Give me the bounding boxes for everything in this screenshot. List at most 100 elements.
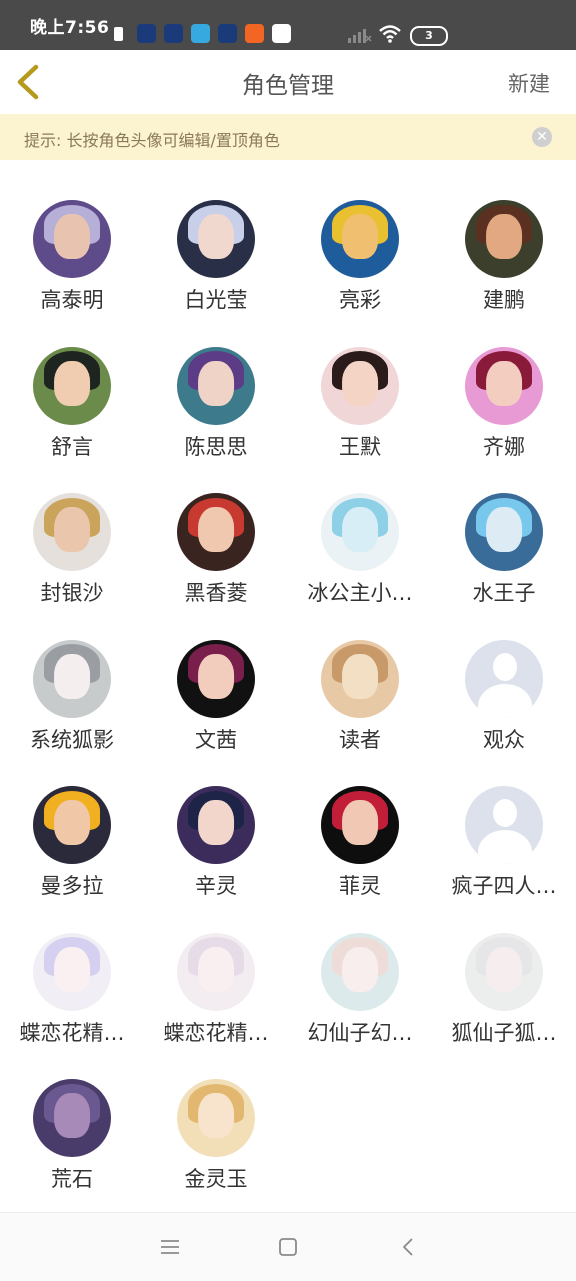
role-item[interactable]: 冰公主小… xyxy=(288,493,432,640)
avatar-face xyxy=(54,214,90,260)
role-item[interactable]: 菲灵 xyxy=(288,786,432,933)
role-name: 高泰明 xyxy=(40,288,104,312)
role-avatar[interactable] xyxy=(33,786,111,864)
role-name: 黑香菱 xyxy=(184,581,248,605)
close-icon[interactable]: ✕ xyxy=(532,127,552,147)
avatar-face xyxy=(198,214,234,260)
avatar-face xyxy=(54,653,90,699)
avatar-face xyxy=(198,946,234,992)
avatar-face xyxy=(486,214,522,260)
app-notification-icon xyxy=(164,24,183,43)
role-name: 王默 xyxy=(339,434,381,459)
role-avatar[interactable] xyxy=(177,639,255,718)
role-avatar[interactable] xyxy=(177,200,255,278)
avatar-face xyxy=(54,360,90,406)
avatar-body xyxy=(478,683,532,718)
app-notification-icon xyxy=(272,24,291,43)
role-avatar[interactable] xyxy=(177,493,255,571)
role-item[interactable]: 金灵玉 xyxy=(144,1079,288,1226)
avatar-face xyxy=(342,507,378,553)
role-item[interactable]: 封银沙 xyxy=(0,493,144,640)
avatar-face xyxy=(342,800,378,846)
role-name: 观众 xyxy=(483,727,525,752)
new-role-button[interactable]: 新建 xyxy=(508,68,550,98)
avatar-head xyxy=(493,799,517,827)
role-item[interactable]: 黑香菱 xyxy=(144,493,288,640)
role-item[interactable]: 蝶恋花精… xyxy=(0,932,144,1080)
role-item[interactable]: 亮彩 xyxy=(288,200,432,347)
role-avatar[interactable] xyxy=(321,493,399,571)
role-item[interactable]: 幻仙子幻… xyxy=(288,932,432,1080)
role-item[interactable]: 陈思思 xyxy=(144,346,288,494)
role-avatar[interactable] xyxy=(177,932,255,1011)
role-avatar[interactable] xyxy=(177,1079,255,1157)
role-name: 辛灵 xyxy=(195,874,237,898)
role-name: 狐仙子狐… xyxy=(451,1020,557,1045)
avatar-face xyxy=(342,946,378,992)
role-avatar[interactable] xyxy=(33,346,111,425)
role-item[interactable]: 荒石 xyxy=(0,1079,144,1226)
role-name: 蝶恋花精… xyxy=(163,1020,269,1045)
role-item[interactable]: 观众 xyxy=(432,639,576,787)
avatar-body xyxy=(478,830,532,864)
role-avatar[interactable] xyxy=(33,932,111,1011)
role-item[interactable]: 水王子 xyxy=(432,493,576,640)
role-item[interactable]: 系统狐影 xyxy=(0,639,144,787)
role-avatar[interactable] xyxy=(33,493,111,571)
role-avatar[interactable] xyxy=(465,493,543,571)
default-avatar-icon[interactable] xyxy=(465,639,543,718)
home-icon[interactable] xyxy=(276,1235,300,1259)
tip-text: 提示: 长按角色头像可编辑/置顶角色 xyxy=(24,131,280,150)
role-avatar[interactable] xyxy=(177,786,255,864)
back-icon[interactable] xyxy=(397,1235,421,1259)
role-avatar[interactable] xyxy=(321,639,399,718)
default-avatar-icon[interactable] xyxy=(465,786,543,864)
role-name: 陈思思 xyxy=(184,434,248,459)
role-avatar[interactable] xyxy=(33,1079,111,1157)
role-name: 文茜 xyxy=(195,727,237,752)
role-avatar[interactable] xyxy=(33,639,111,718)
role-avatar[interactable] xyxy=(321,346,399,425)
role-avatar[interactable] xyxy=(465,346,543,425)
status-time: 晚上7:56 xyxy=(30,18,110,38)
role-avatar[interactable] xyxy=(321,200,399,278)
avatar-face xyxy=(54,800,90,846)
notification-icons xyxy=(114,24,291,43)
menu-icon[interactable] xyxy=(158,1235,182,1259)
role-name: 建鹏 xyxy=(483,288,525,312)
role-avatar[interactable] xyxy=(321,786,399,864)
role-avatar[interactable] xyxy=(465,932,543,1011)
role-name: 曼多拉 xyxy=(40,874,104,898)
role-name: 舒言 xyxy=(51,434,93,459)
role-avatar[interactable] xyxy=(33,200,111,278)
role-item[interactable]: 白光莹 xyxy=(144,200,288,347)
role-item[interactable]: 狐仙子狐… xyxy=(432,932,576,1080)
role-item[interactable]: 舒言 xyxy=(0,346,144,494)
avatar-face xyxy=(198,360,234,406)
role-avatar[interactable] xyxy=(465,200,543,278)
role-name: 水王子 xyxy=(472,581,536,605)
role-name: 亮彩 xyxy=(339,288,381,312)
role-item[interactable]: 曼多拉 xyxy=(0,786,144,933)
role-item[interactable]: 文茜 xyxy=(144,639,288,787)
role-avatar[interactable] xyxy=(321,932,399,1011)
role-item[interactable]: 齐娜 xyxy=(432,346,576,494)
role-item[interactable]: 王默 xyxy=(288,346,432,494)
avatar-face xyxy=(198,507,234,553)
role-item[interactable]: 建鹏 xyxy=(432,200,576,347)
tip-banner: 提示: 长按角色头像可编辑/置顶角色 ✕ xyxy=(0,114,576,160)
avatar-face xyxy=(486,946,522,992)
role-item[interactable]: 疯子四人… xyxy=(432,786,576,933)
avatar-face xyxy=(198,653,234,699)
role-item[interactable]: 蝶恋花精… xyxy=(144,932,288,1080)
avatar-head xyxy=(493,652,517,681)
role-avatar[interactable] xyxy=(177,346,255,425)
role-item[interactable]: 辛灵 xyxy=(144,786,288,933)
role-item[interactable]: 读者 xyxy=(288,639,432,787)
avatar-face xyxy=(486,507,522,553)
role-name: 荒石 xyxy=(51,1167,93,1191)
role-name: 疯子四人… xyxy=(451,874,557,898)
role-item[interactable]: 高泰明 xyxy=(0,200,144,347)
avatar-face xyxy=(342,360,378,406)
role-name: 幻仙子幻… xyxy=(307,1020,413,1045)
